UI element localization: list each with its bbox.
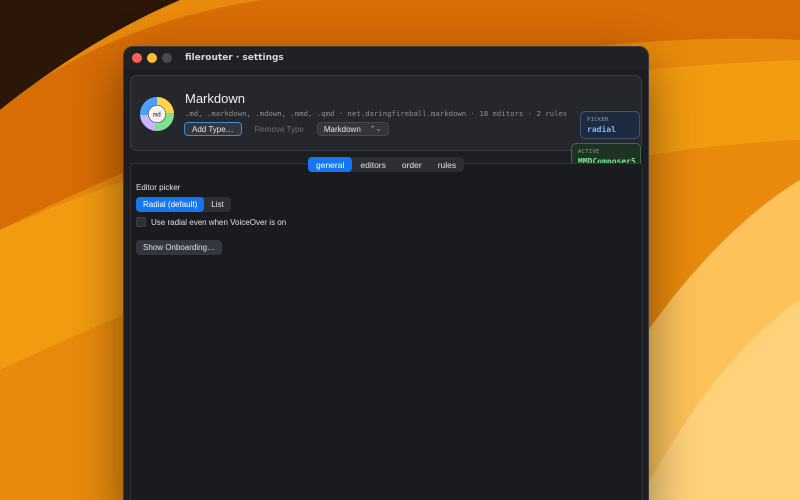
tab-editors[interactable]: editors xyxy=(352,157,394,172)
add-type-button[interactable]: Add Type… xyxy=(184,122,242,136)
file-type-header: md Markdown .md, .markdown, .mdown, .mmd… xyxy=(130,75,642,171)
chevron-updown-icon: ⌃⌄ xyxy=(369,126,382,133)
segment-radial[interactable]: Radial (default) xyxy=(136,197,205,212)
settings-panel xyxy=(130,163,643,500)
close-button[interactable] xyxy=(132,53,142,63)
file-type-select-value: Markdown xyxy=(323,124,361,134)
segment-list[interactable]: List xyxy=(204,197,230,212)
header-actions: Add Type… Remove Type Markdown ⌃⌄ xyxy=(184,122,389,136)
tab-order[interactable]: order xyxy=(394,157,430,172)
editor-picker-segmented-control: Radial (default) List xyxy=(136,197,231,212)
window-title: filerouter · settings xyxy=(185,53,284,63)
editor-picker-heading: Editor picker xyxy=(136,183,181,192)
picker-badge-value: radial xyxy=(587,125,616,134)
tab-general[interactable]: general xyxy=(308,157,353,172)
file-type-select[interactable]: Markdown ⌃⌄ xyxy=(316,122,389,136)
zoom-button[interactable] xyxy=(162,53,172,63)
file-type-icon-label: md xyxy=(153,111,161,119)
show-onboarding-button[interactable]: Show Onboarding… xyxy=(136,240,223,255)
voiceover-checkbox-label[interactable]: Use radial even when VoiceOver is on xyxy=(151,218,286,227)
active-badge-label: ACTIVE xyxy=(578,149,600,155)
settings-tabs: general editors order rules xyxy=(308,157,465,172)
file-type-meta: .md, .markdown, .mdown, .mmd, .qmd · net… xyxy=(185,109,568,118)
picker-badge: PICKER radial xyxy=(580,111,640,139)
picker-badge-label: PICKER xyxy=(587,117,609,123)
voiceover-option: Use radial even when VoiceOver is on xyxy=(136,217,286,227)
settings-window: filerouter · settings md Markdown .md, .… xyxy=(123,46,649,500)
remove-type-button[interactable]: Remove Type xyxy=(248,122,311,136)
tab-rules[interactable]: rules xyxy=(430,157,464,172)
file-type-name: Markdown xyxy=(185,91,245,106)
file-type-donut-icon: md xyxy=(140,97,174,131)
title-bar: filerouter · settings xyxy=(124,47,648,69)
minimize-button[interactable] xyxy=(147,53,157,63)
voiceover-checkbox[interactable] xyxy=(136,217,146,227)
